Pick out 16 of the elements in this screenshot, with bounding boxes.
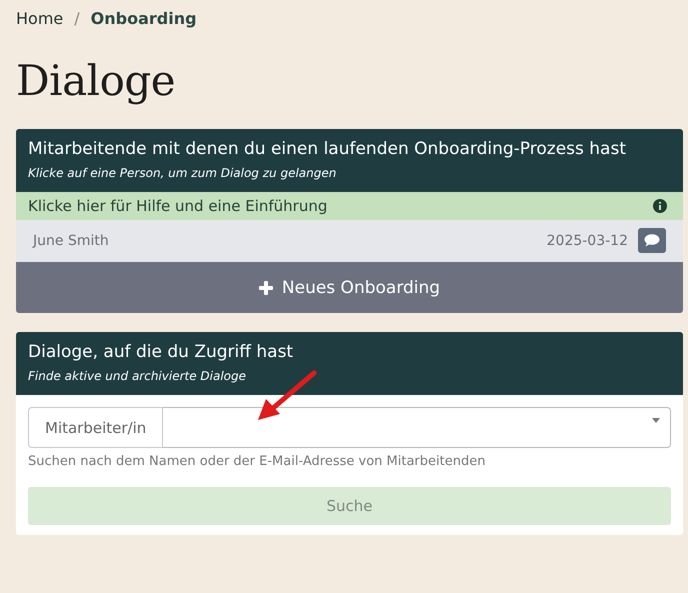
new-onboarding-button[interactable]: Neues Onboarding — [16, 262, 683, 313]
person-row[interactable]: June Smith 2025-03-12 — [16, 220, 683, 262]
breadcrumb-link[interactable]: Onboarding — [90, 9, 197, 28]
page-title: Dialoge — [16, 56, 176, 105]
help-row[interactable]: Klicke hier für Hilfe und eine Einführung — [16, 192, 683, 220]
person-name: June Smith — [33, 232, 110, 248]
field-label: Mitarbeiter/in — [28, 407, 164, 448]
card-title: Dialoge, auf die du Zugriff hast — [28, 342, 294, 362]
breadcrumb-link[interactable]: Home — [16, 9, 64, 28]
person-date: 2025-03-12 — [546, 232, 628, 248]
card-title: Mitarbeitende mit denen du einen laufenden Onboarding-Prozess hast — [28, 139, 627, 159]
card-subtitle: Finde aktive und archivierte Dialoge — [28, 369, 248, 383]
help-text: Klicke hier für Hilfe und eine Einführung — [28, 197, 328, 215]
breadcrumb-separator: / — [74, 9, 80, 28]
field-hint: Suchen nach dem Namen oder der E-Mail-Adresse von Mitarbeitenden — [28, 454, 486, 469]
card-subtitle: Klicke auf eine Person, um zum Dialog zu gelangen — [28, 166, 338, 180]
